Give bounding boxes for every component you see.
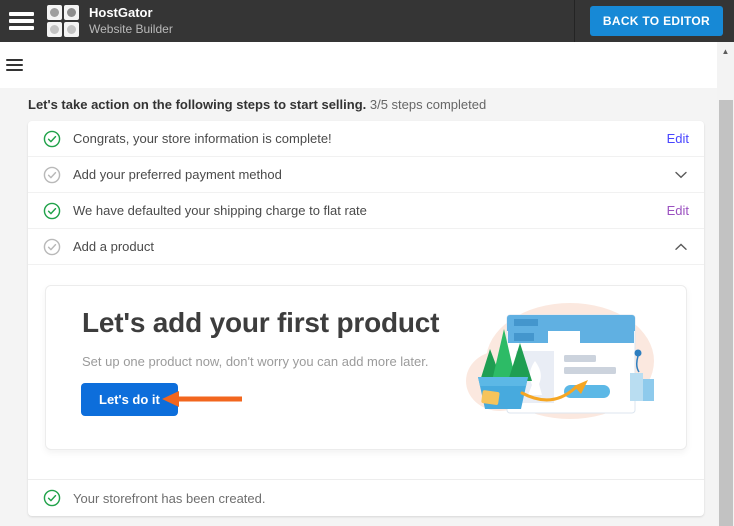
row-label: Your storefront has been created. bbox=[73, 490, 266, 506]
check-circle-icon bbox=[43, 489, 61, 507]
intro-headline: Let's take action on the following steps… bbox=[28, 97, 367, 112]
panel-subtitle: Set up one product now, don't worry you … bbox=[82, 354, 429, 369]
scrollbar-thumb[interactable] bbox=[719, 100, 733, 526]
row-label: Add a product bbox=[73, 239, 154, 254]
checklist-row-storefront[interactable]: Your storefront has been created. bbox=[28, 479, 704, 516]
check-circle-icon bbox=[43, 130, 61, 147]
chevron-up-icon[interactable] bbox=[673, 241, 689, 253]
checklist-row-store-info[interactable]: Congrats, your store information is comp… bbox=[28, 121, 704, 157]
edit-store-info-link[interactable]: Edit bbox=[667, 131, 689, 146]
check-circle-icon bbox=[43, 238, 61, 255]
row-label: Add your preferred payment method bbox=[73, 167, 282, 182]
brand-name: HostGator bbox=[89, 4, 153, 20]
row-label: Congrats, your store information is comp… bbox=[73, 131, 332, 146]
main-content: Let's take action on the following steps… bbox=[0, 88, 734, 516]
add-product-panel: Let's add your first product Set up one … bbox=[45, 285, 687, 450]
secondary-toolbar bbox=[0, 42, 734, 88]
orange-arrow-annotation-icon bbox=[162, 389, 244, 414]
intro-line: Let's take action on the following steps… bbox=[28, 97, 706, 112]
header-right-section: BACK TO EDITOR bbox=[573, 0, 734, 42]
hostgator-logo-icon bbox=[47, 5, 79, 37]
top-header: HostGator Website Builder BACK TO EDITOR bbox=[0, 0, 734, 42]
edit-shipping-link[interactable]: Edit bbox=[667, 203, 689, 218]
sidebar-toggle-hamburger-icon[interactable] bbox=[6, 56, 23, 74]
checklist-card: Congrats, your store information is comp… bbox=[28, 121, 704, 516]
hamburger-icon[interactable] bbox=[9, 9, 34, 34]
product-illustration bbox=[452, 293, 667, 438]
panel-title: Let's add your first product bbox=[82, 307, 440, 338]
back-to-editor-button[interactable]: BACK TO EDITOR bbox=[589, 6, 723, 36]
checklist-row-add-product[interactable]: Add a product bbox=[28, 229, 704, 265]
brand-block: HostGator Website Builder bbox=[89, 5, 173, 37]
chevron-down-icon[interactable] bbox=[673, 169, 689, 181]
row-label: We have defaulted your shipping charge t… bbox=[73, 203, 367, 218]
check-circle-icon bbox=[43, 202, 61, 219]
checklist-row-payment-method[interactable]: Add your preferred payment method bbox=[28, 157, 704, 193]
add-product-expanded-section: Let's add your first product Set up one … bbox=[28, 265, 704, 479]
scroll-up-arrow-icon[interactable]: ▲ bbox=[717, 42, 734, 60]
vertical-scrollbar[interactable]: ▲ bbox=[717, 42, 734, 526]
checklist-row-shipping[interactable]: We have defaulted your shipping charge t… bbox=[28, 193, 704, 229]
check-circle-icon bbox=[43, 166, 61, 183]
brand-subtitle: Website Builder bbox=[89, 21, 173, 36]
progress-counter: 3/5 steps completed bbox=[369, 97, 487, 112]
